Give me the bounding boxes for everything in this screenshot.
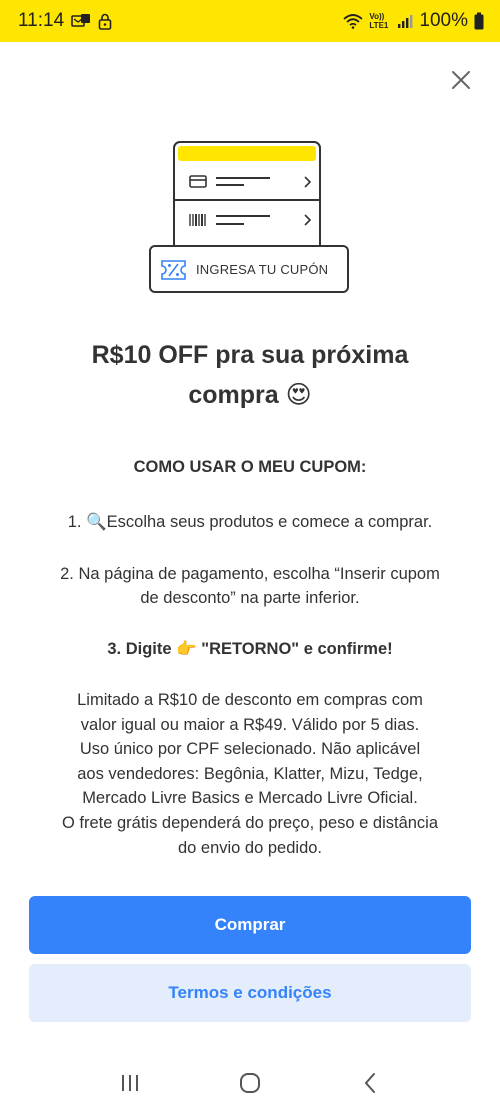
headline-line2: compra [188,381,279,409]
status-right: Vo)) LTE1 100% [343,10,484,32]
disclaimer-line: Uso único por CPF selecionado. Não aplic… [79,740,421,759]
battery-text: 100% [419,10,468,31]
status-bar: 11:14 Vo)) LTE1 100% [0,0,500,42]
headline-line1: R$10 OFF pra sua próxima [91,341,409,369]
status-left: 11:14 [18,10,112,32]
step-1-text: Escolha seus produtos e comece a comprar… [106,513,433,531]
heart-eyes-emoji-icon: 😍 [285,380,312,409]
disclaimer-line: Limitado a R$10 de desconto em compras c… [77,691,423,709]
disclaimer-line: O frete grátis dependerá do preço, peso … [61,813,439,832]
step-2: 2. Na página de pagamento, escolha “Inse… [20,562,480,610]
step-2-line2: de desconto” na parte inferior. [140,589,360,607]
terms-button[interactable]: Termos e condições [29,964,471,1022]
back-button[interactable] [350,1063,390,1103]
how-to-title: COMO USAR O MEU CUPOM: [133,458,367,476]
page-title: R$10 OFF pra sua próxima compra 😍 [40,335,460,415]
step-3-text: "RETORNO" e confirme! [201,640,393,658]
step-1: 1. 🔍Escolha seus produtos e comece a com… [20,510,480,534]
wifi-icon [343,13,363,29]
magnifier-emoji-icon: 🔍 [86,512,107,531]
step-2-line1: 2. Na página de pagamento, escolha “Inse… [60,565,440,583]
battery-icon [474,12,484,30]
step-3-prefix: 3. Digite [107,640,172,658]
network-label: Vo)) LTE1 [369,12,389,30]
disclaimer-text: Limitado a R$10 de desconto em compras c… [20,688,480,860]
buy-button[interactable]: Comprar [29,896,471,954]
close-button[interactable] [447,66,475,94]
disclaimer-line: valor igual ou maior a R$49. Válido por … [80,715,420,734]
system-nav-bar [0,1058,500,1108]
recent-apps-icon [122,1075,138,1091]
signal-icon [397,13,413,29]
home-icon [240,1073,260,1093]
close-icon [452,71,470,89]
disclaimer-line: Mercado Livre Basics e Mercado Livre Ofi… [82,789,418,808]
pointing-hand-emoji-icon: 👉 [176,639,197,658]
step-1-prefix: 1. [67,513,82,531]
recent-apps-button[interactable] [110,1063,150,1103]
status-time: 11:14 [18,10,65,31]
back-icon [364,1073,375,1093]
disclaimer-line: aos vendedores: Begônia, Klatter, Mizu, … [77,764,423,783]
step-3: 3. Digite 👉 "RETORNO" e confirme! [20,637,480,661]
home-button[interactable] [230,1063,270,1103]
coupon-label: INGRESA TU CUPÓN [196,262,329,277]
disclaimer-line: do envio do pedido. [177,838,323,857]
notification-icon [71,13,91,29]
headline-line2-wrap: compra 😍 [40,375,460,415]
lock-icon [98,13,112,30]
